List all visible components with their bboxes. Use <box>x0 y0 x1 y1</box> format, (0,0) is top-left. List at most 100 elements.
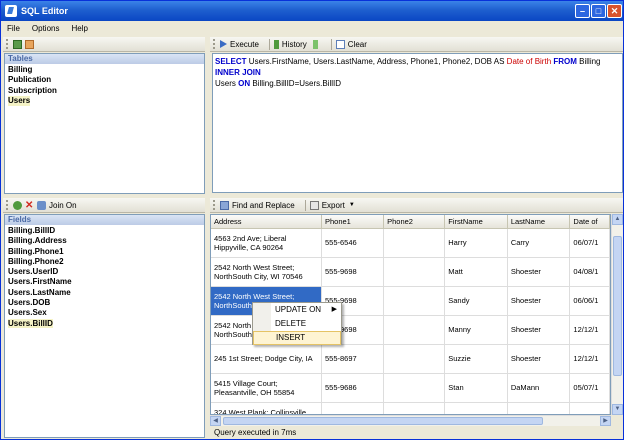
menu-item-delete[interactable]: DELETE <box>253 317 341 331</box>
column-header-firstname[interactable]: FirstName <box>444 215 508 229</box>
field-item[interactable]: Users.Sex <box>8 308 72 318</box>
column-header-lastname[interactable]: LastName <box>507 215 571 229</box>
cell[interactable]: Shoester <box>507 344 571 374</box>
cell[interactable]: Shoester <box>507 286 571 316</box>
field-item[interactable]: Billing.Phone2 <box>8 257 72 267</box>
clear-button[interactable]: Clear <box>335 39 367 49</box>
sql-editor[interactable]: SELECT Users.FirstName, Users.LastName, … <box>212 53 623 193</box>
cell[interactable]: Harry <box>444 228 508 258</box>
cell[interactable] <box>383 373 446 403</box>
cell[interactable]: 245 1st Street; Dodge City, IA <box>211 344 322 374</box>
column-header-phone1[interactable]: Phone1 <box>321 215 385 229</box>
join-on-button[interactable]: Join On <box>37 200 77 210</box>
cell[interactable]: 324 West Plank; Collinsville R... <box>211 402 322 414</box>
table-item[interactable]: Subscription <box>8 86 57 96</box>
cell[interactable]: 555-6546 <box>321 228 385 258</box>
cell[interactable] <box>444 402 508 414</box>
execute-button[interactable]: Execute <box>220 40 259 49</box>
menu-item-update-on[interactable]: UPDATE ON ▶ <box>253 303 341 317</box>
cell[interactable] <box>383 228 446 258</box>
clear-label: Clear <box>347 39 367 49</box>
add-table-icon[interactable] <box>13 39 22 49</box>
cell[interactable]: 555-8697 <box>321 344 385 374</box>
menu-help[interactable]: Help <box>71 24 87 33</box>
cell[interactable]: Shoester <box>507 315 571 345</box>
toolbar-grip[interactable] <box>6 200 9 210</box>
cell[interactable] <box>383 315 446 345</box>
toolbar-grip[interactable] <box>6 39 9 49</box>
cell[interactable]: 5415 Village Court; Pleasantville, OH 55… <box>211 373 322 403</box>
cell[interactable]: Sandy <box>444 286 508 316</box>
title-bar[interactable]: SQL Editor – □ ✕ <box>1 1 623 21</box>
scroll-right-arrow-icon[interactable]: ▶ <box>600 416 611 426</box>
field-item-selected[interactable]: Users.BillID <box>8 318 53 328</box>
table-row[interactable]: 324 West Plank; Collinsville R... <box>211 402 610 414</box>
play-icon <box>220 40 227 48</box>
table-row[interactable]: 245 1st Street; Dodge City, IA 555-8697 Su… <box>211 344 610 374</box>
column-header-dob[interactable]: Date of <box>569 215 610 229</box>
history-button[interactable]: History <box>273 39 307 49</box>
cell[interactable]: Shoester <box>507 257 571 287</box>
scroll-down-arrow-icon[interactable]: ▼ <box>612 404 623 415</box>
cell[interactable]: DaMann <box>507 373 571 403</box>
close-button[interactable]: ✕ <box>607 4 622 18</box>
cell[interactable]: 06/06/1 <box>569 286 610 316</box>
remove-field-icon[interactable]: ✕ <box>25 200 34 210</box>
field-item[interactable]: Billing.Phone1 <box>8 247 72 257</box>
find-replace-button[interactable]: Find and Replace <box>220 200 295 210</box>
horizontal-scrollbar[interactable]: ◀ ▶ <box>210 415 611 426</box>
add-field-icon[interactable] <box>13 200 22 210</box>
table-row[interactable]: 2542 North West Street; NorthSouth City,… <box>211 257 610 287</box>
cell[interactable]: 555-9686 <box>321 373 385 403</box>
maximize-button[interactable]: □ <box>591 4 606 18</box>
cell[interactable]: 555-9698 <box>321 257 385 287</box>
table-item[interactable]: Publication <box>8 75 57 85</box>
cell[interactable]: 12/12/1 <box>569 344 610 374</box>
field-item[interactable]: Users.UserID <box>8 267 72 277</box>
field-item[interactable]: Users.DOB <box>8 298 72 308</box>
scroll-left-arrow-icon[interactable]: ◀ <box>210 416 221 426</box>
cell[interactable]: 4563 2nd Ave; Liberal Hippyville, CA 902… <box>211 228 322 258</box>
toolbar-grip[interactable] <box>213 39 216 49</box>
field-item[interactable]: Billing.Address <box>8 236 72 246</box>
vertical-scroll-thumb[interactable] <box>613 236 622 376</box>
column-header-address[interactable]: Address <box>211 215 322 229</box>
refresh-table-icon[interactable] <box>25 39 34 49</box>
table-row[interactable]: 5415 Village Court; Pleasantville, OH 55… <box>211 373 610 403</box>
field-item[interactable]: Billing.BillID <box>8 226 72 236</box>
cell[interactable]: Carry <box>507 228 571 258</box>
cell[interactable]: Suzzie <box>444 344 508 374</box>
cell[interactable] <box>321 402 385 414</box>
cell[interactable] <box>507 402 571 414</box>
table-row[interactable]: 4563 2nd Ave; Liberal Hippyville, CA 902… <box>211 228 610 258</box>
cell[interactable] <box>383 257 446 287</box>
vertical-scrollbar[interactable]: ▲ ▼ <box>611 214 623 415</box>
cell[interactable] <box>383 344 446 374</box>
history-down-button[interactable] <box>312 39 321 49</box>
cell[interactable]: 05/07/1 <box>569 373 610 403</box>
menu-file[interactable]: File <box>7 24 20 33</box>
menu-options[interactable]: Options <box>32 24 60 33</box>
cell[interactable]: 12/12/1 <box>569 315 610 345</box>
cell[interactable] <box>383 286 446 316</box>
cell[interactable]: 04/08/1 <box>569 257 610 287</box>
table-item[interactable]: Billing <box>8 65 57 75</box>
table-item-selected[interactable]: Users <box>8 95 31 107</box>
cell[interactable]: Stan <box>444 373 508 403</box>
minimize-button[interactable]: – <box>575 4 590 18</box>
toolbar-grip[interactable] <box>213 200 216 210</box>
scroll-up-arrow-icon[interactable]: ▲ <box>612 214 623 225</box>
menu-item-insert[interactable]: INSERT <box>253 331 341 345</box>
cell[interactable]: 06/07/1 <box>569 228 610 258</box>
cell[interactable]: Manny <box>444 315 508 345</box>
cell[interactable]: 2542 North West Street; NorthSouth City,… <box>211 257 322 287</box>
horizontal-scroll-thumb[interactable] <box>223 417 543 425</box>
app-icon <box>5 5 17 17</box>
cell[interactable] <box>569 402 610 414</box>
cell[interactable]: Matt <box>444 257 508 287</box>
column-header-phone2[interactable]: Phone2 <box>383 215 446 229</box>
field-item[interactable]: Users.LastName <box>8 288 72 298</box>
cell[interactable] <box>383 402 446 414</box>
export-button[interactable]: Export ▼ <box>309 200 355 210</box>
field-item[interactable]: Users.FirstName <box>8 277 72 287</box>
